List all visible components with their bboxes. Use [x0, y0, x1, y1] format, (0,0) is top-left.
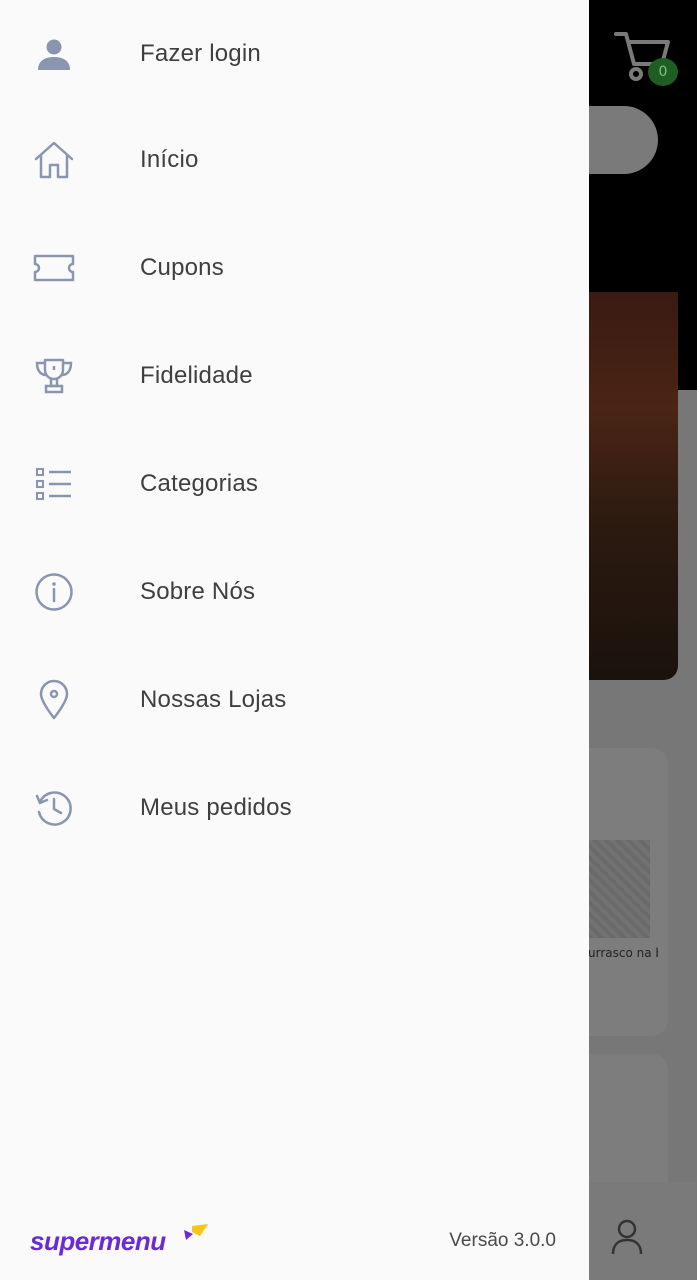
menu-item-login[interactable]: Fazer login	[0, 0, 589, 108]
menu-item-orders[interactable]: Meus pedidos	[0, 754, 589, 862]
location-pin-icon	[30, 676, 78, 724]
info-icon	[30, 568, 78, 616]
brand-mark-icon	[184, 1224, 208, 1240]
list-icon	[30, 460, 78, 508]
brand-name: supermenu	[30, 1226, 166, 1256]
profile-nav-icon[interactable]	[610, 1218, 644, 1256]
history-icon	[30, 784, 78, 832]
menu-item-label: Sobre Nós	[140, 578, 256, 605]
product-image	[588, 840, 650, 938]
menu-item-about[interactable]: Sobre Nós	[0, 538, 589, 646]
product-name: urrasco na brasa	[588, 946, 658, 960]
cart-count-badge: 0	[648, 58, 678, 86]
menu-item-label: Fidelidade	[140, 362, 253, 389]
supermenu-logo: supermenu	[30, 1222, 210, 1262]
menu-item-label: Fazer login	[140, 40, 261, 67]
menu-item-home[interactable]: Início	[0, 106, 589, 214]
menu-item-stores[interactable]: Nossas Lojas	[0, 646, 589, 754]
menu-item-categories[interactable]: Categorias	[0, 430, 589, 538]
user-icon	[30, 30, 78, 78]
menu-item-loyalty[interactable]: Fidelidade	[0, 322, 589, 430]
app-version: Versão 3.0.0	[449, 1230, 556, 1251]
home-icon	[30, 136, 78, 184]
menu-item-label: Cupons	[140, 254, 224, 281]
menu-item-label: Início	[140, 146, 199, 173]
navigation-drawer: Fazer login Início Cupons Fidelidade Cat…	[0, 0, 589, 1280]
menu-item-label: Categorias	[140, 470, 259, 497]
ticket-icon	[30, 244, 78, 292]
menu-item-label: Nossas Lojas	[140, 686, 287, 713]
trophy-icon	[30, 352, 78, 400]
menu-item-coupons[interactable]: Cupons	[0, 214, 589, 322]
menu-item-label: Meus pedidos	[140, 794, 292, 821]
